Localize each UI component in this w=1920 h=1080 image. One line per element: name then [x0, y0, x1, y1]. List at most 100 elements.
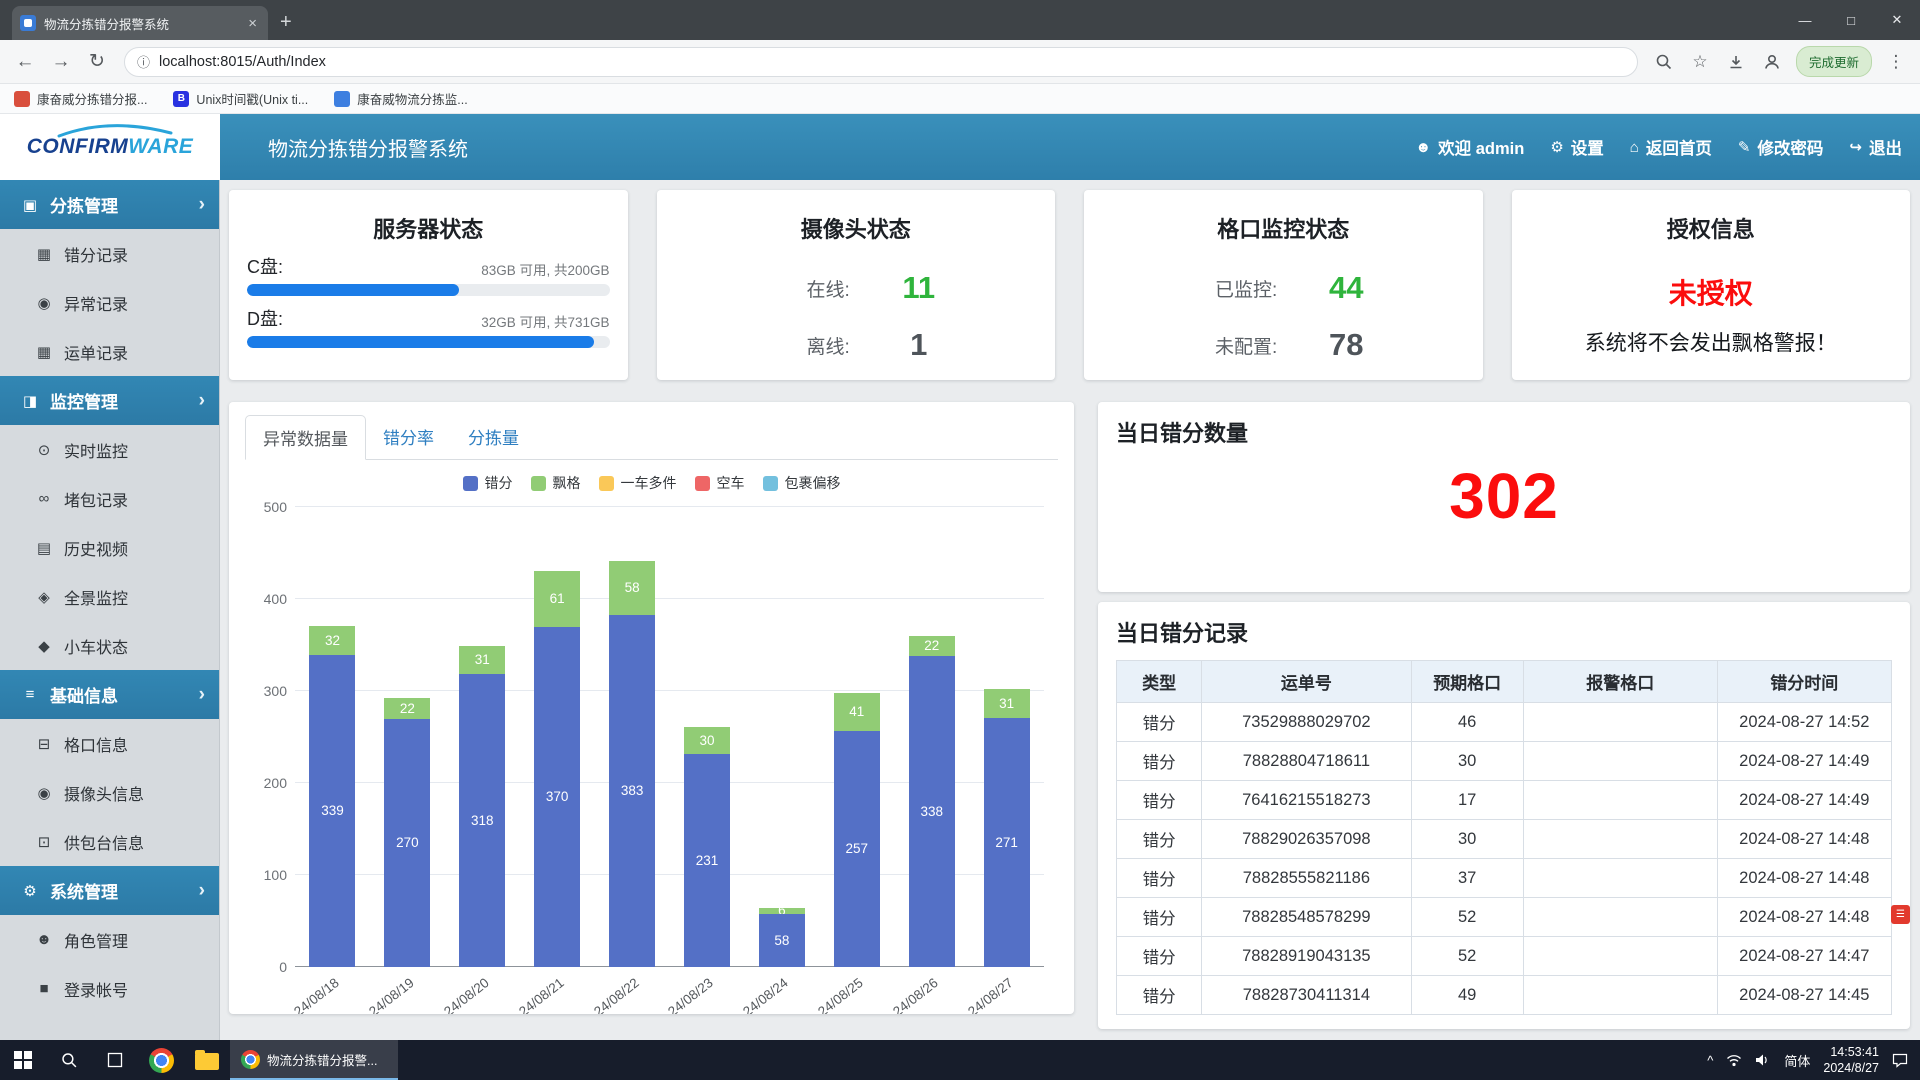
disk-progress: [247, 284, 610, 296]
new-tab-button[interactable]: +: [280, 12, 292, 32]
bar-stack[interactable]: 61370: [534, 571, 580, 968]
minimize-button[interactable]: —: [1782, 0, 1828, 40]
sidebar-section-basic-info[interactable]: ≡基础信息›: [0, 670, 219, 719]
table-header-cell: 预期格口: [1411, 661, 1523, 703]
sidebar-section-system-management[interactable]: ⚙系统管理›: [0, 866, 219, 915]
active-task-button[interactable]: 物流分拣错分报警...: [230, 1040, 398, 1080]
profile-icon[interactable]: [1756, 46, 1788, 78]
table-cell: 52: [1411, 898, 1523, 937]
bar-value-label: 339: [321, 804, 344, 818]
sidebar-label: 分拣管理: [50, 192, 118, 217]
taskbar-search-button[interactable]: [46, 1040, 92, 1080]
bar-stack[interactable]: 22270: [384, 698, 430, 967]
volume-icon[interactable]: [1755, 1053, 1771, 1067]
sidebar-item-camera-info[interactable]: ◉摄像头信息: [0, 768, 219, 817]
table-cell: [1523, 820, 1717, 859]
package-icon: ▣: [18, 196, 42, 214]
sidebar-section-sorting-management[interactable]: ▣分拣管理›: [0, 180, 219, 229]
task-view-button[interactable]: [92, 1040, 138, 1080]
bar-stack[interactable]: 30231: [684, 727, 730, 967]
bookmark-item[interactable]: 康奋威分拣错分报...: [14, 89, 147, 108]
sidebar-item-history-video[interactable]: ▤历史视频: [0, 523, 219, 572]
back-icon[interactable]: ←: [8, 45, 42, 79]
floating-widget[interactable]: ☰: [1891, 905, 1910, 924]
legend-item[interactable]: 飘格: [531, 473, 581, 493]
legend-item[interactable]: 包裹偏移: [763, 473, 841, 493]
input-language[interactable]: 简体: [1784, 1051, 1810, 1070]
sidebar-item-login-account[interactable]: ■登录帐号: [0, 964, 219, 1013]
action-center-icon[interactable]: [1892, 1053, 1908, 1068]
bookmark-star-icon[interactable]: ☆: [1684, 46, 1716, 78]
forward-icon[interactable]: →: [44, 45, 78, 79]
legend-item[interactable]: 空车: [695, 473, 745, 493]
app-logo[interactable]: CONFIRMWARE: [0, 114, 220, 180]
bar-stack[interactable]: 32 339: [309, 626, 355, 967]
header-menu-change-password[interactable]: ✎修改密码: [1738, 135, 1824, 159]
sidebar-item-chute-info[interactable]: ⊟格口信息: [0, 719, 219, 768]
table-header-cell: 类型: [1117, 661, 1202, 703]
chart-tab-2[interactable]: 错分率: [366, 415, 451, 460]
bookmark-item[interactable]: 康奋威物流分拣监...: [334, 89, 467, 108]
sidebar-section-monitor-management[interactable]: ◨监控管理›: [0, 376, 219, 425]
edit-password-icon: ✎: [1738, 138, 1751, 156]
stat-label: 已监控:: [1185, 275, 1277, 302]
legend-item[interactable]: 一车多件: [599, 473, 677, 493]
maximize-button[interactable]: □: [1828, 0, 1874, 40]
sidebar-item-role-management[interactable]: ☻角色管理: [0, 915, 219, 964]
site-info-icon[interactable]: ⓘ: [137, 52, 150, 71]
header-menu-settings[interactable]: ⚙设置: [1550, 135, 1603, 159]
sidebar-item-jam-records[interactable]: ∞堵包记录: [0, 474, 219, 523]
hidden-icons-chevron[interactable]: ^: [1707, 1053, 1713, 1068]
tab-close-icon[interactable]: ×: [245, 15, 260, 32]
legend-item[interactable]: 错分: [463, 473, 513, 493]
bookmark-label: 康奋威物流分拣监...: [357, 89, 467, 108]
sidebar-label: 登录帐号: [64, 977, 128, 1001]
license-message: 系统将不会发出飘格警报！: [1530, 327, 1893, 357]
taskbar-clock[interactable]: 14:53:41 2024/8/27: [1823, 1044, 1879, 1077]
sidebar-item-cart-status[interactable]: ◆小车状态: [0, 621, 219, 670]
bar-stack[interactable]: 31271: [984, 689, 1030, 967]
start-button[interactable]: [0, 1040, 46, 1080]
sidebar-item-realtime-monitor[interactable]: ⊙实时监控: [0, 425, 219, 474]
menu-icon[interactable]: ⋮: [1880, 46, 1912, 78]
bar-stack[interactable]: 41257: [834, 693, 880, 967]
sidebar-label: 摄像头信息: [64, 781, 144, 805]
x-axis-label: 24/08/22: [591, 975, 642, 1014]
sidebar-item-misssort-records[interactable]: ▦错分记录: [0, 229, 219, 278]
bar-stack[interactable]: 658: [759, 908, 805, 967]
bar-stack[interactable]: 22338: [909, 636, 955, 967]
y-axis-label: 400: [247, 591, 287, 607]
download-icon[interactable]: [1720, 46, 1752, 78]
role-icon: ☻: [32, 931, 56, 948]
disk-list: C盘:83GB 可用, 共200GBD盘:32GB 可用, 共731GB: [247, 253, 610, 348]
bar-stack[interactable]: 58383: [609, 561, 655, 967]
bookmark-item[interactable]: BUnix时间戳(Unix ti...: [173, 89, 308, 108]
alert-icon: ◉: [32, 294, 56, 312]
reload-icon[interactable]: ↻: [80, 45, 114, 79]
sidebar-item-supply-table-info[interactable]: ⊡供包台信息: [0, 817, 219, 866]
header-menu-logout[interactable]: ↪退出: [1849, 135, 1902, 159]
x-axis-label: 24/08/25: [815, 975, 866, 1014]
table-row: 错分78828548578299522024-08-27 14:48: [1117, 898, 1892, 937]
header-menu-home[interactable]: ⌂返回首页: [1630, 135, 1712, 159]
browser-tab[interactable]: 物流分拣错分报警系统 ×: [12, 6, 268, 40]
sidebar-item-panorama-monitor[interactable]: ◈全景监控: [0, 572, 219, 621]
zoom-icon[interactable]: [1648, 46, 1680, 78]
taskbar-chrome-button[interactable]: [138, 1040, 184, 1080]
header-menu-welcome[interactable]: ☻欢迎 admin: [1415, 135, 1524, 159]
window-controls: — □ ✕: [1782, 0, 1920, 40]
abnormal-chart-card: 异常数据量错分率分拣量 错分飘格一车多件空车包裹偏移 0100200300400…: [229, 402, 1074, 1014]
close-button[interactable]: ✕: [1874, 0, 1920, 40]
address-bar[interactable]: ⓘ localhost:8015/Auth/Index: [124, 47, 1638, 77]
chart-tab-1[interactable]: 异常数据量: [245, 415, 366, 460]
sidebar-item-waybill-records[interactable]: ▦运单记录: [0, 327, 219, 376]
update-button[interactable]: 完成更新: [1796, 46, 1872, 77]
network-icon[interactable]: [1726, 1053, 1742, 1067]
table-cell: 78828548578299: [1202, 898, 1411, 937]
file-explorer-button[interactable]: [184, 1040, 230, 1080]
sidebar-item-abnormal-records[interactable]: ◉异常记录: [0, 278, 219, 327]
bar-segment-飘格: 32: [309, 626, 355, 655]
header-menu-label: 设置: [1571, 135, 1604, 159]
chart-tab-3[interactable]: 分拣量: [451, 415, 536, 460]
bar-stack[interactable]: 31318: [459, 646, 505, 967]
